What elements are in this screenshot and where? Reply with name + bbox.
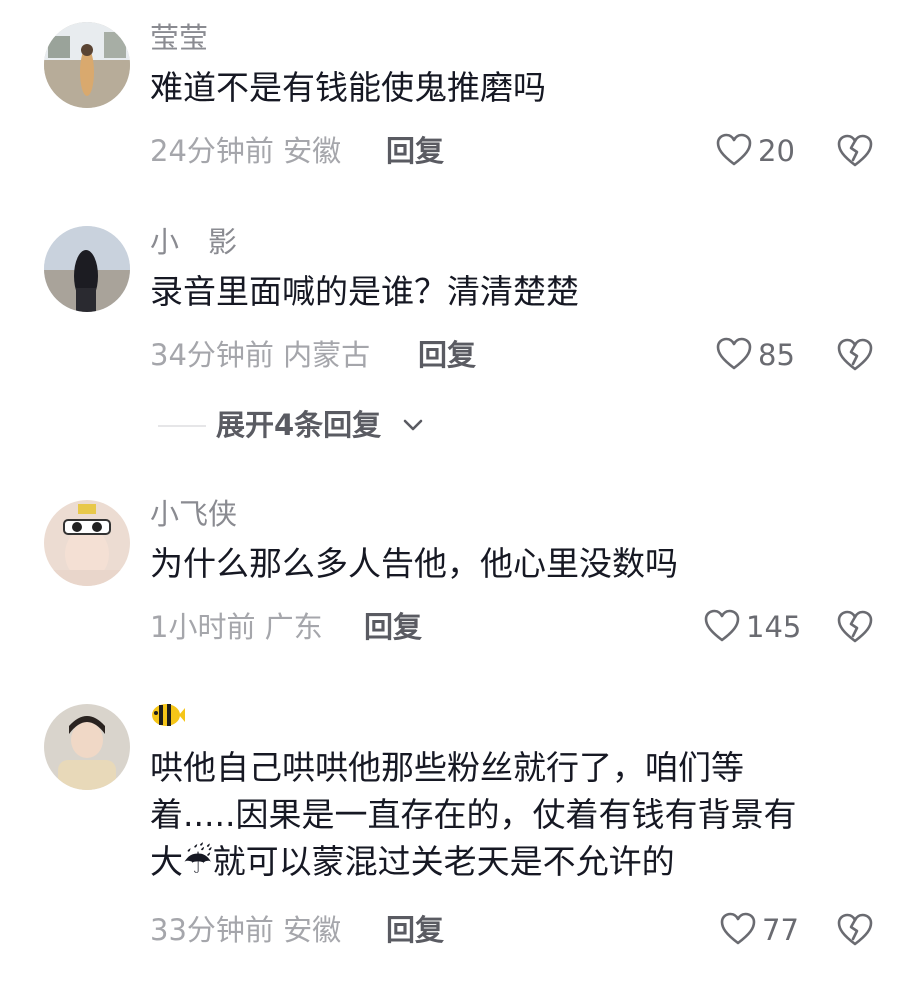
comment-text: 哄他自己哄哄他那些粉丝就行了，咱们等 着.....因果是一直存在的，仗着有钱有背… [150, 744, 862, 885]
tropical-fish-emoji-icon [152, 704, 185, 726]
avatar[interactable] [44, 704, 130, 790]
comment-line: 哄他自己哄哄他那些粉丝就行了，咱们等 [150, 748, 744, 787]
like-count: 77 [762, 913, 799, 947]
broken-heart-icon [837, 913, 873, 946]
username[interactable] [150, 700, 186, 738]
comment-meta: 33分钟前 安徽 [150, 913, 342, 947]
dislike-button[interactable] [836, 912, 874, 948]
comment-line: 着.....因果是一直存在的，仗着有钱有背景有 [150, 795, 797, 834]
comment-item: 哄他自己哄哄他那些粉丝就行了，咱们等 着.....因果是一直存在的，仗着有钱有背… [0, 0, 922, 981]
reply-button[interactable]: 回复 [386, 912, 444, 948]
comment-line: 大☔就可以蒙混过关老天是不允许的 [150, 842, 675, 881]
heart-outline-icon [720, 912, 756, 945]
